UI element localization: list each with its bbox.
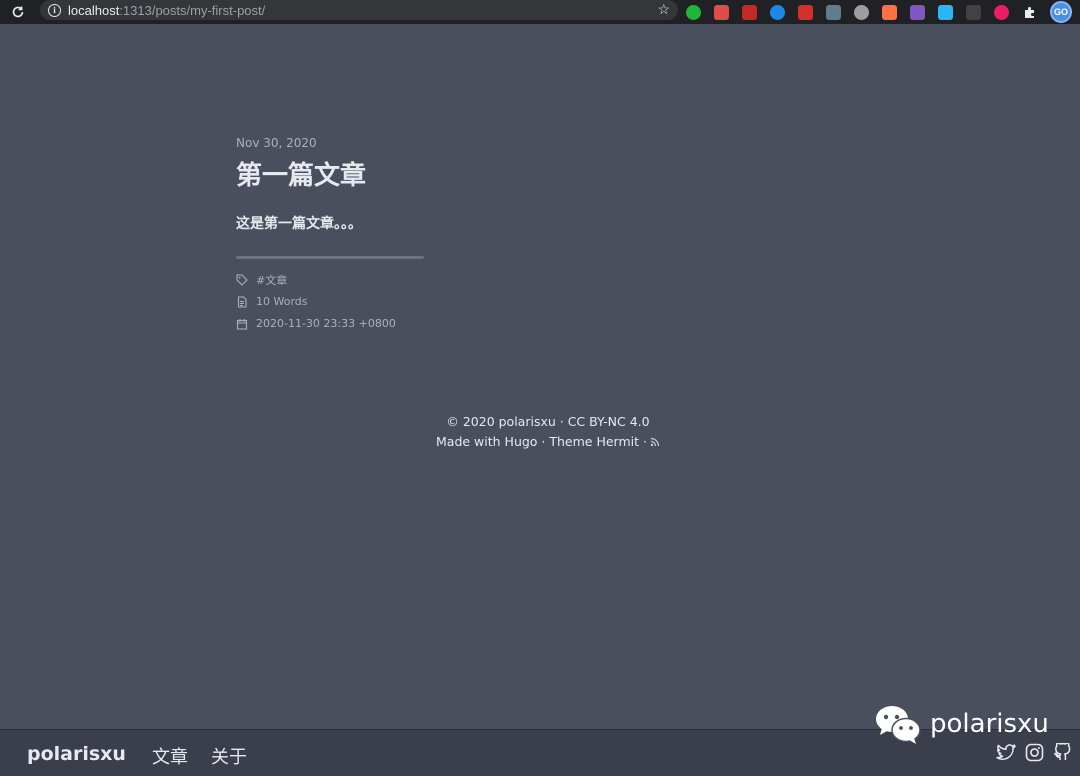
site-footer: © 2020 polarisxu · CC BY-NC 4.0 Made wit…: [0, 412, 1080, 452]
social-links: [987, 743, 1072, 762]
extension-icon[interactable]: [994, 4, 1009, 20]
extension-icon[interactable]: [966, 4, 981, 20]
bookmark-star-icon[interactable]: ☆: [657, 1, 670, 18]
document-icon: [237, 295, 247, 308]
post-title: 第一篇文章: [236, 161, 367, 191]
url-path: :1313/posts/my-first-post/: [119, 2, 266, 18]
footer-credits: Made with Hugo · Theme Hermit ·: [0, 432, 1080, 452]
post-divider: [236, 256, 424, 259]
site-brand[interactable]: polarisxu: [27, 743, 126, 765]
watermark-text: polarisxu: [930, 709, 1049, 739]
word-count-text: 10 Words: [256, 295, 308, 308]
post-tags: #文章: [236, 272, 287, 288]
extension-icon[interactable]: [714, 4, 729, 20]
extension-icon[interactable]: [798, 4, 813, 20]
address-bar[interactable]: i localhost:1313/posts/my-first-post/ ☆: [40, 0, 678, 20]
wechat-watermark: polarisxu: [874, 703, 1049, 745]
evernote-extension-icon[interactable]: [686, 4, 701, 20]
nav-item-about[interactable]: 关于: [211, 743, 247, 769]
post-body: 这是第一篇文章。。。: [236, 216, 362, 232]
wechat-icon: [876, 706, 921, 744]
calendar-icon: [236, 318, 248, 330]
extension-icon[interactable]: [938, 4, 953, 20]
puzzle-icon[interactable]: [1022, 4, 1037, 20]
footer-copyright: © 2020 polarisxu · CC BY-NC 4.0: [446, 414, 650, 429]
reload-icon[interactable]: [0, 0, 36, 24]
post-word-count: 10 Words: [236, 295, 308, 308]
post-datetime: 2020-11-30 23:33 +0800: [236, 317, 396, 330]
github-icon[interactable]: [1053, 743, 1072, 762]
rss-icon[interactable]: [650, 437, 660, 447]
url-host: localhost: [68, 2, 120, 18]
post-date: Nov 30, 2020: [236, 136, 317, 150]
datetime-text: 2020-11-30 23:33 +0800: [256, 317, 396, 330]
profile-avatar[interactable]: GO: [1050, 1, 1072, 23]
footer-made-with[interactable]: Made with Hugo · Theme Hermit ·: [436, 434, 647, 449]
extension-icon[interactable]: [770, 4, 785, 20]
extension-icon[interactable]: [742, 4, 757, 20]
tag-icon: [236, 274, 248, 286]
info-icon[interactable]: i: [48, 3, 61, 17]
extension-icon[interactable]: [826, 4, 841, 20]
extension-icon[interactable]: [882, 4, 897, 20]
tag-link[interactable]: #文章: [256, 272, 287, 288]
instagram-icon[interactable]: [1025, 743, 1044, 762]
extension-icon[interactable]: [854, 4, 869, 20]
nav-item-posts[interactable]: 文章: [152, 743, 188, 769]
extension-icon[interactable]: [910, 4, 925, 20]
browser-toolbar: i localhost:1313/posts/my-first-post/ ☆ …: [0, 0, 1080, 24]
extensions-bar: GO: [686, 0, 1080, 24]
twitter-icon[interactable]: [996, 743, 1016, 762]
